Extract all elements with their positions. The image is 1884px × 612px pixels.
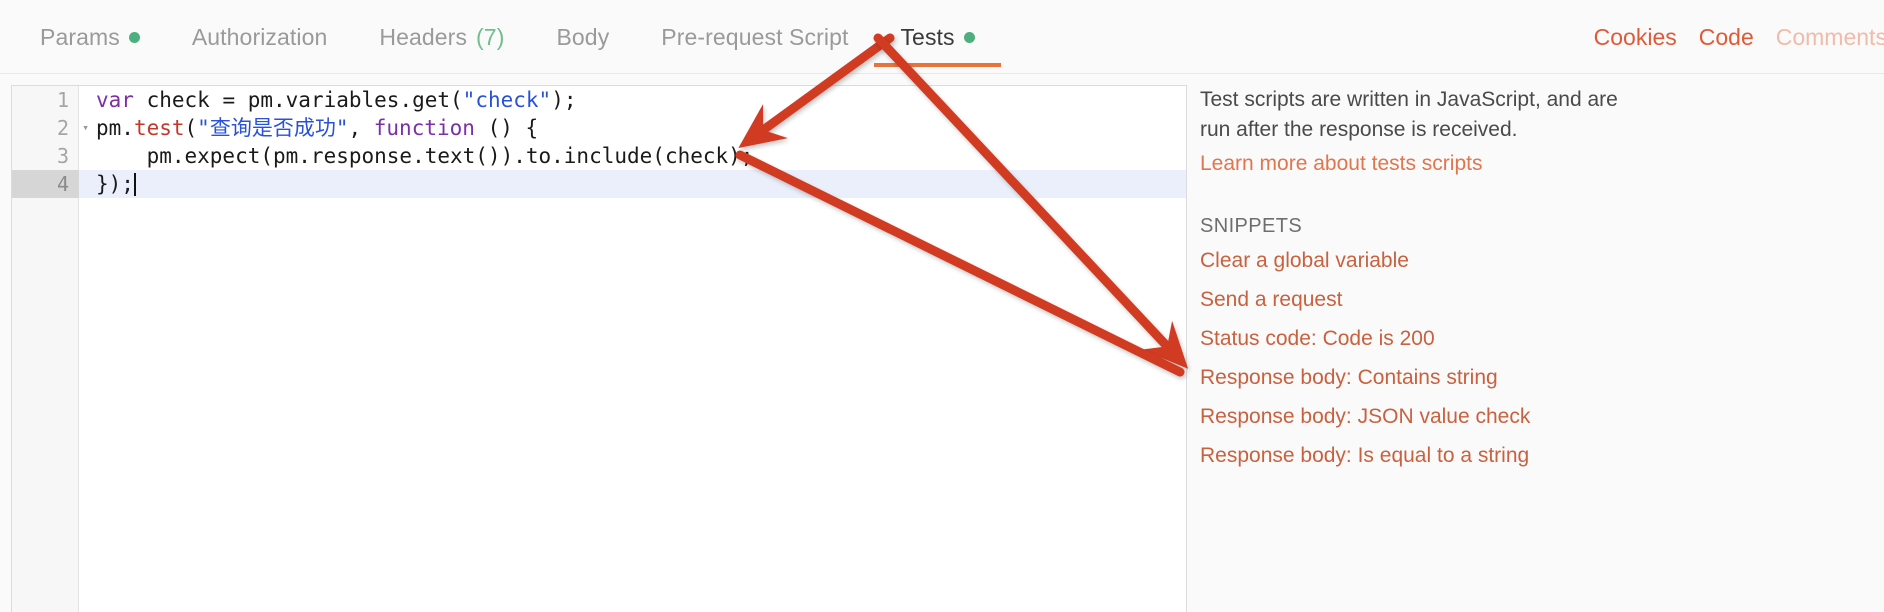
tab-authorization[interactable]: Authorization [166,0,354,74]
snippets-section-title: SNIPPETS [1200,214,1303,237]
tab-params-indicator-dot [128,31,140,43]
tests-help-description: Test scripts are written in JavaScript, … [1200,88,1618,141]
tab-tests[interactable]: Tests [874,0,1001,74]
tab-body-label: Body [556,23,610,50]
code-token: }); [96,172,134,196]
code-token: function [373,116,475,140]
tab-headers-count: (7) [476,23,505,50]
code-line-text-4[interactable]: }); [79,170,1186,198]
text-cursor [133,173,136,196]
line-number-3: 3 [56,144,69,168]
tab-pre-request-script[interactable]: Pre-request Script [635,0,874,74]
snippet-response-body-contains-string[interactable]: Response body: Contains string [1200,366,1860,390]
line-number-4: 4 [12,170,79,198]
snippet-clear-a-global-variable[interactable]: Clear a global variable [1200,249,1860,273]
code-token: pm.expect(pm.response.text()).to.include… [96,144,754,168]
code-token: "查询是否成功" [197,116,349,140]
tab-pre-request-script-label: Pre-request Script [661,23,849,50]
code-token: check = pm.variables.get( [133,88,463,112]
tab-tests-label: Tests [900,23,955,50]
code-token: var [96,88,134,112]
code-line-2[interactable]: 2 ▾ pm.test("查询是否成功", function () { [12,114,1186,142]
postman-request-tests-pane: Params Authorization Headers (7) Body Pr… [0,0,1884,612]
snippet-response-body-is-equal-to-a-string[interactable]: Response body: Is equal to a string [1200,444,1860,468]
editor-code-area[interactable]: 1 var check = pm.variables.get("check"); 2… [12,86,1186,612]
tests-help-panel: Test scripts are written in JavaScript, … [1200,85,1860,612]
comments-link[interactable]: Comments ( [1765,24,1884,51]
request-actions-list: Cookies Code Comments ( [1583,0,1884,74]
tab-headers-label: Headers [379,23,468,50]
request-tabs-bar: Params Authorization Headers (7) Body Pr… [0,0,1884,74]
code-token: "check" [462,88,552,112]
code-line-text-2[interactable]: pm.test("查询是否成功", function () { [79,114,1186,142]
tab-params[interactable]: Params [14,0,166,74]
code-token: ( [184,116,198,140]
snippet-response-body-json-value-check[interactable]: Response body: JSON value check [1200,405,1860,429]
code-token: test [133,116,185,140]
request-tabs-list: Params Authorization Headers (7) Body Pr… [14,0,1001,74]
learn-more-link[interactable]: Learn more about tests scripts [1200,152,1860,176]
code-line-4[interactable]: 4}); [12,170,1186,198]
code-line-text-1[interactable]: var check = pm.variables.get("check"); [79,86,1186,114]
code-line-1[interactable]: 1 var check = pm.variables.get("check"); [12,86,1186,114]
code-token: pm. [96,116,134,140]
code-token: , [348,116,374,140]
code-token: ); [551,88,577,112]
tab-body[interactable]: Body [530,0,635,74]
cookies-link[interactable]: Cookies [1583,24,1688,51]
code-line-3[interactable]: 3 pm.expect(pm.response.text()).to.inclu… [12,142,1186,170]
tests-script-editor[interactable]: 1 var check = pm.variables.get("check"); 2… [11,85,1187,612]
line-number-2: 2 ▾ [12,114,89,142]
snippet-send-a-request[interactable]: Send a request [1200,288,1860,312]
tab-headers[interactable]: Headers (7) [353,0,530,74]
tab-tests-indicator-dot [963,31,975,43]
tab-params-label: Params [40,23,120,50]
line-number-1: 1 [56,88,69,112]
code-fold-toggle-icon[interactable]: ▾ [79,114,92,142]
snippet-status-code-is-200[interactable]: Status code: Code is 200 [1200,327,1860,351]
code-line-text-3[interactable]: pm.expect(pm.response.text()).to.include… [79,142,1186,170]
tab-authorization-label: Authorization [191,23,328,50]
code-token: () { [474,116,539,140]
code-link[interactable]: Code [1688,24,1765,51]
